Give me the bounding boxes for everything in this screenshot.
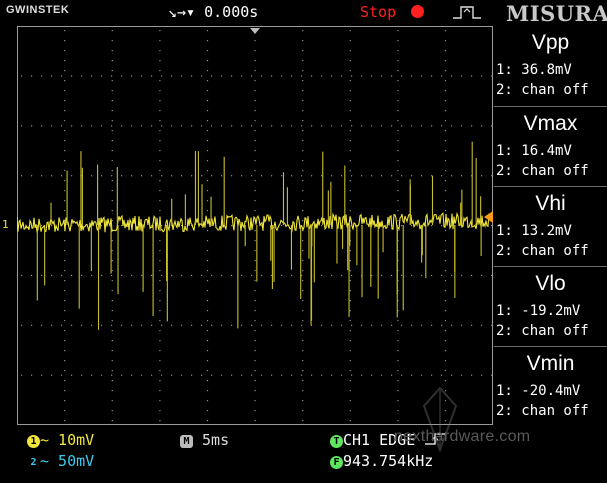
ch1-scale-value: ~ 10mV <box>40 431 95 449</box>
measurement-ch1-value: 1: -19.2mV <box>496 303 581 319</box>
ch2-scale-value: ~ 50mV <box>40 452 95 470</box>
frequency-value: 943.754kHz <box>343 452 434 470</box>
measurement-vlo[interactable]: Vlo 1: -19.2mV 2: chan off <box>494 266 607 347</box>
brand-logo: GWINSTEK <box>6 4 70 16</box>
ch1-vertical-scale[interactable]: 1 ~ 10mV <box>27 431 94 449</box>
trigger-edge-icon <box>453 6 481 19</box>
horizontal-position-readout: ↘→▾ 0.000s <box>168 3 259 21</box>
measurement-ch1-value: 1: 13.2mV <box>496 223 572 239</box>
measurement-vmin[interactable]: Vmin 1: -20.4mV 2: chan off <box>494 346 607 427</box>
frequency-counter: F 943.754kHz <box>330 452 433 470</box>
measurement-panel: Vpp 1: 36.8mV 2: chan off Vmax 1: 16.4mV… <box>494 26 607 426</box>
measurement-ch2-value: 2: chan off <box>496 323 589 339</box>
measurement-ch2-value: 2: chan off <box>496 243 589 259</box>
ch1-badge-icon: 1 <box>27 435 40 448</box>
measurement-title: Vpp <box>531 31 570 54</box>
run-state-label[interactable]: Stop <box>360 3 396 21</box>
top-status-bar: GWINSTEK ↘→▾ 0.000s Stop MISURA <box>0 0 607 26</box>
ch1-ground-marker[interactable]: 1 <box>2 218 9 231</box>
trigger-level-icon[interactable] <box>484 211 493 223</box>
measurement-title: Vhi <box>535 192 566 215</box>
trigger-source: CH1 <box>343 431 371 449</box>
measurement-ch1-value: 1: -20.4mV <box>496 383 581 399</box>
stop-indicator-icon <box>411 5 424 18</box>
measurement-vhi[interactable]: Vhi 1: 13.2mV 2: chan off <box>494 186 607 267</box>
measurement-title: Vmin <box>526 352 575 375</box>
measurement-ch1-value: 1: 36.8mV <box>496 62 572 78</box>
frequency-badge-icon: F <box>330 456 343 469</box>
measurement-ch2-value: 2: chan off <box>496 163 589 179</box>
horizontal-scale[interactable]: M 5ms <box>180 431 229 449</box>
ch2-badge-icon: 2 <box>27 456 40 469</box>
watermark-brand: MISURA <box>506 1 607 26</box>
measurement-ch2-value: 2: chan off <box>496 403 589 419</box>
ch2-vertical-scale[interactable]: 2 ~ 50mV <box>27 452 94 470</box>
measurement-vpp[interactable]: Vpp 1: 36.8mV 2: chan off <box>494 26 607 106</box>
bottom-status-bar: 1 ~ 10mV 2 ~ 50mV M 5ms T CH1 EDGE F 943.754… <box>0 386 607 483</box>
watermark-text: nexthardware.com <box>394 428 531 445</box>
measurement-title: Vmax <box>523 112 578 135</box>
waveform-display[interactable] <box>17 26 493 425</box>
horizontal-scale-value: 5ms <box>202 431 230 449</box>
measurement-ch1-value: 1: 16.4mV <box>496 143 572 159</box>
trigger-badge-icon: T <box>330 435 343 448</box>
horizontal-badge-icon: M <box>180 435 193 448</box>
measurement-title: Vlo <box>535 272 566 295</box>
measurement-ch2-value: 2: chan off <box>496 82 589 98</box>
measurement-vmax[interactable]: Vmax 1: 16.4mV 2: chan off <box>494 106 607 187</box>
